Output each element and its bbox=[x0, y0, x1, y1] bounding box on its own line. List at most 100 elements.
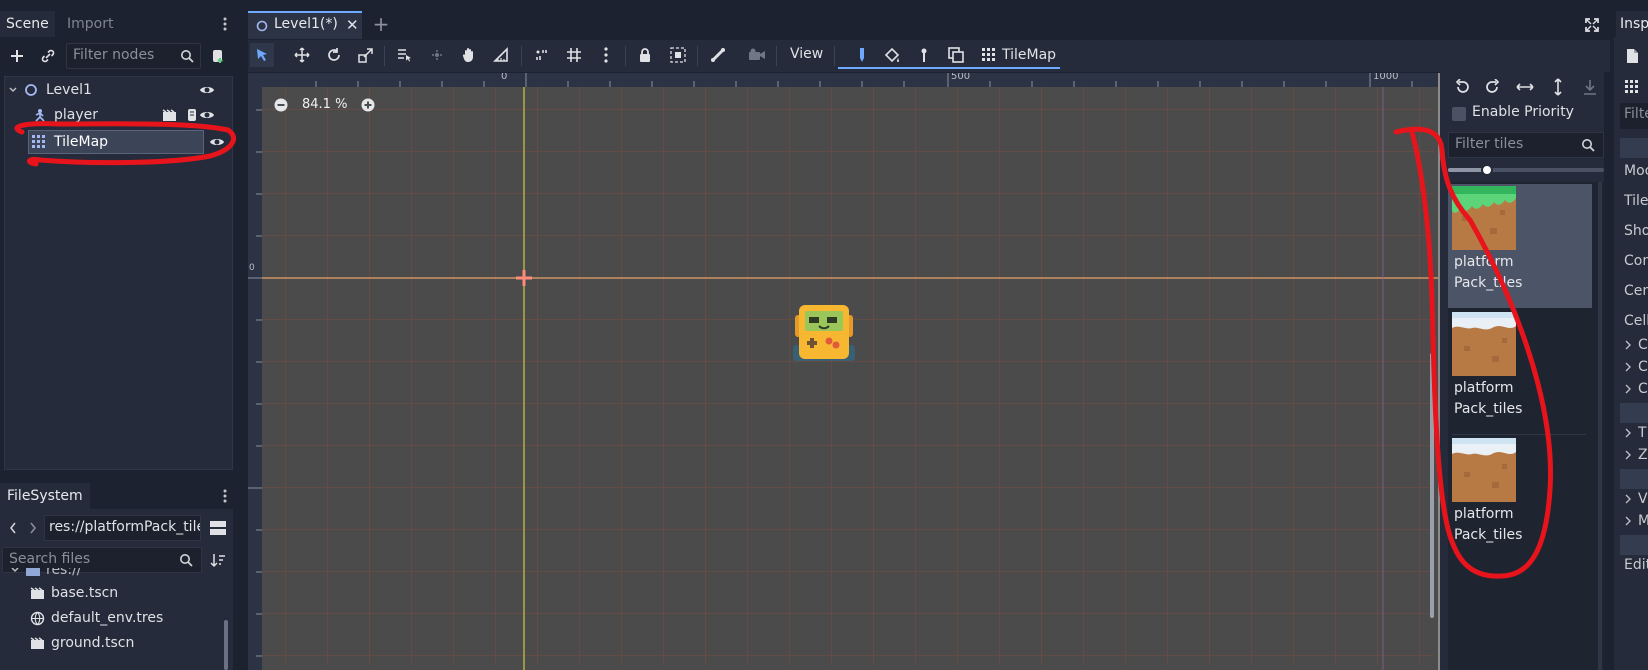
filter-tiles-placeholder: Filter tiles bbox=[1455, 136, 1524, 152]
chevron-down-icon[interactable] bbox=[8, 85, 20, 95]
tab-scene[interactable]: Scene bbox=[0, 11, 55, 37]
group-icon[interactable] bbox=[666, 43, 690, 67]
bone-icon[interactable] bbox=[706, 43, 730, 67]
pan-hand-icon[interactable] bbox=[457, 43, 481, 67]
vertical-ruler-label: 0 bbox=[249, 263, 255, 273]
color-picker-icon[interactable] bbox=[912, 43, 936, 67]
kinematic-body-icon bbox=[32, 108, 48, 122]
visibility-eye-icon[interactable] bbox=[207, 132, 227, 152]
filesystem-scrollbar[interactable] bbox=[224, 620, 228, 670]
inspector-section-bar bbox=[1620, 535, 1648, 555]
viewport-canvas bbox=[248, 73, 1438, 670]
dock-menu-icon[interactable] bbox=[220, 14, 230, 34]
tile-label-line1: platform bbox=[1454, 380, 1514, 396]
close-icon[interactable]: ✕ bbox=[346, 16, 359, 34]
inspector-filter-input[interactable]: Filte bbox=[1620, 103, 1648, 129]
viewport-vscrollbar[interactable] bbox=[1430, 353, 1434, 618]
clear-transform-icon[interactable] bbox=[1580, 77, 1600, 97]
inspector-group-row[interactable]: T bbox=[1624, 425, 1647, 441]
filter-nodes-input[interactable]: Filter nodes bbox=[66, 43, 201, 69]
fs-file-label: ground.tscn bbox=[51, 635, 135, 651]
scale-tool-icon[interactable] bbox=[354, 43, 378, 67]
viewport[interactable]: 0 500 1000 0 84.1 % bbox=[248, 73, 1438, 670]
select-tool-icon[interactable] bbox=[250, 43, 274, 67]
tilemap-tools-underline bbox=[838, 67, 1060, 69]
tilemap-icon bbox=[982, 48, 996, 62]
fs-file-row[interactable]: ground.tscn bbox=[30, 631, 134, 655]
tab-filesystem[interactable]: FileSystem bbox=[0, 483, 90, 509]
snow-tile-icon bbox=[1452, 312, 1516, 376]
flip-vertical-icon[interactable] bbox=[1548, 77, 1568, 97]
script-attach-icon[interactable] bbox=[208, 46, 228, 66]
path-field[interactable]: res://platformPack_tile bbox=[44, 515, 201, 541]
bucket-fill-icon[interactable] bbox=[880, 43, 904, 67]
visibility-eye-icon[interactable] bbox=[197, 105, 217, 125]
flip-horizontal-icon[interactable] bbox=[1515, 77, 1535, 97]
inspector-group-row[interactable]: C bbox=[1624, 337, 1648, 353]
inspector-group-row[interactable]: Z bbox=[1624, 447, 1648, 463]
inspector-filter-placeholder: Filte bbox=[1624, 106, 1648, 122]
smart-snap-icon[interactable] bbox=[530, 43, 554, 67]
copy-tiles-icon[interactable] bbox=[944, 43, 968, 67]
tilemap-icon bbox=[32, 135, 48, 149]
dock-menu-icon[interactable] bbox=[220, 486, 230, 506]
view-menu-button[interactable]: View bbox=[790, 46, 823, 62]
inspector-group-row[interactable]: V bbox=[1624, 491, 1648, 507]
tile-zoom-slider[interactable] bbox=[1448, 164, 1604, 176]
tile-zoom-slider-grabber[interactable] bbox=[1481, 164, 1493, 176]
tile-item[interactable]: platform Pack_tiles bbox=[1448, 438, 1584, 558]
rotate-tool-icon[interactable] bbox=[322, 43, 346, 67]
tile-item[interactable]: platform Pack_tiles bbox=[1448, 312, 1584, 432]
ruler-tool-icon[interactable] bbox=[489, 43, 513, 67]
fs-root-row[interactable]: res:// bbox=[10, 568, 82, 582]
visibility-eye-icon[interactable] bbox=[197, 80, 217, 100]
ruler-label: 1000 bbox=[1373, 73, 1399, 82]
tree-row-level1[interactable]: Level1 bbox=[4, 78, 226, 102]
zoom-out-icon[interactable] bbox=[274, 98, 288, 112]
more-options-icon[interactable] bbox=[594, 43, 618, 67]
lock-icon[interactable] bbox=[633, 43, 657, 67]
move-tool-icon[interactable] bbox=[290, 43, 314, 67]
inspector-group-label: V bbox=[1638, 491, 1648, 507]
tab-level1[interactable]: Level1(*) ✕ bbox=[248, 11, 362, 39]
tile-item[interactable]: platform Pack_tiles bbox=[1448, 186, 1584, 306]
new-resource-icon[interactable] bbox=[1622, 46, 1642, 66]
grid-snap-icon[interactable] bbox=[562, 43, 586, 67]
fs-file-row[interactable]: default_env.tres bbox=[30, 606, 163, 630]
list-select-icon[interactable] bbox=[392, 43, 416, 67]
filter-tiles-input[interactable]: Filter tiles bbox=[1448, 132, 1604, 158]
open-scene-icon[interactable] bbox=[159, 105, 179, 125]
add-tab-icon[interactable]: + bbox=[371, 12, 391, 36]
inspector-group-row[interactable]: C bbox=[1624, 381, 1648, 397]
chevron-right-icon bbox=[1624, 450, 1632, 460]
inspector-group-row[interactable]: M bbox=[1624, 513, 1648, 529]
split-view-icon[interactable] bbox=[208, 518, 228, 538]
tab-import[interactable]: Import bbox=[61, 11, 119, 37]
fullscreen-icon[interactable] bbox=[1582, 15, 1602, 35]
camera-override-icon[interactable] bbox=[745, 43, 769, 67]
tab-inspector[interactable]: Insp bbox=[1616, 11, 1648, 37]
sort-icon[interactable] bbox=[208, 550, 228, 570]
add-node-icon[interactable] bbox=[7, 46, 27, 66]
toolbar-separator bbox=[384, 46, 385, 66]
forward-arrow-icon[interactable] bbox=[23, 518, 43, 538]
inspector-group-row[interactable]: C bbox=[1624, 359, 1648, 375]
zoom-in-icon[interactable] bbox=[361, 98, 375, 112]
pivot-tool-icon[interactable] bbox=[425, 43, 449, 67]
tree-label-player: player bbox=[54, 107, 99, 123]
rotate-left-icon[interactable] bbox=[1452, 77, 1472, 97]
instance-link-icon[interactable] bbox=[38, 46, 58, 66]
fs-file-label: default_env.tres bbox=[51, 610, 164, 626]
tile-label-line1: platform bbox=[1454, 506, 1514, 522]
inspector-prop-label: Cen bbox=[1624, 283, 1648, 299]
tree-row-tilemap[interactable]: TileMap bbox=[4, 130, 226, 154]
zoom-level[interactable]: 84.1 % bbox=[302, 97, 347, 112]
enable-priority-checkbox[interactable] bbox=[1452, 107, 1466, 121]
paint-pencil-icon[interactable] bbox=[850, 43, 874, 67]
inspector-body bbox=[1614, 37, 1648, 670]
fs-file-row[interactable]: base.tscn bbox=[30, 581, 118, 605]
back-arrow-icon[interactable] bbox=[3, 518, 23, 538]
rotate-right-icon[interactable] bbox=[1483, 77, 1503, 97]
tile-list-scrollbar[interactable] bbox=[1598, 182, 1602, 670]
tilemap-label: TileMap bbox=[1002, 47, 1057, 63]
